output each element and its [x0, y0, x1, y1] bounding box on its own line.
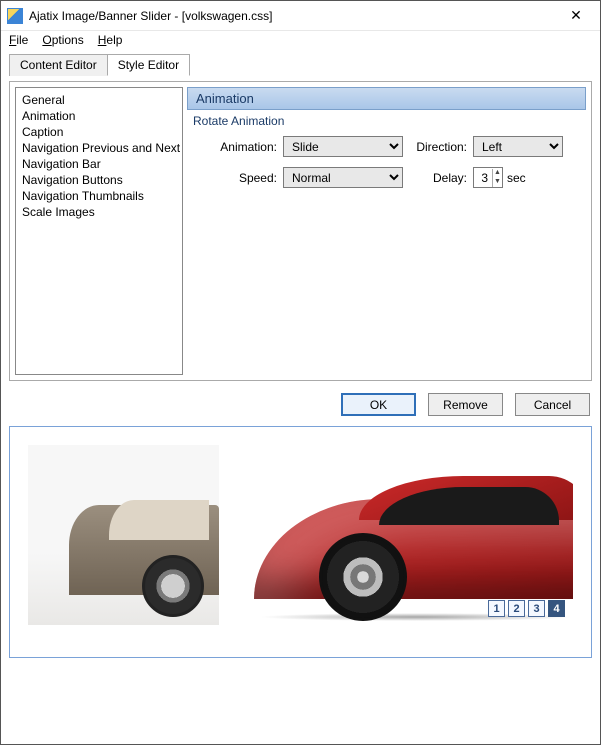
sidebar-item-nav-prev-next[interactable]: Navigation Previous and Next	[22, 140, 176, 156]
sidebar-item-nav-thumbs[interactable]: Navigation Thumbnails	[22, 188, 176, 204]
delay-wrap: ▲▼ sec	[473, 167, 563, 188]
close-button[interactable]: ✕	[556, 2, 596, 30]
slide-image-left	[28, 445, 219, 625]
settings-pane: Animation Rotate Animation Animation: Sl…	[187, 87, 586, 375]
delay-label: Delay:	[403, 171, 473, 185]
title-bar: Ajatix Image/Banner Slider - [volkswagen…	[1, 1, 600, 31]
ok-button[interactable]: OK	[341, 393, 416, 416]
sidebar-item-animation[interactable]: Animation	[22, 108, 176, 124]
sidebar-item-caption[interactable]: Caption	[22, 124, 176, 140]
menu-bar: FFileile OptionsOptions HelpHelp	[1, 31, 600, 51]
direction-select[interactable]: Left	[473, 136, 563, 157]
cancel-button[interactable]: Cancel	[515, 393, 590, 416]
animation-select[interactable]: Slide	[283, 136, 403, 157]
tab-style-editor[interactable]: Style Editor	[107, 54, 190, 76]
close-icon: ✕	[570, 7, 582, 24]
animation-label: Animation:	[193, 140, 283, 154]
pager-4[interactable]: 4	[548, 600, 565, 617]
category-list: General Animation Caption Navigation Pre…	[15, 87, 183, 375]
pager: 1 2 3 4	[488, 600, 565, 617]
tab-content-editor[interactable]: Content Editor	[9, 54, 108, 76]
preview-panel: 1 2 3 4	[9, 426, 592, 658]
slide-image-right	[219, 445, 573, 625]
pager-3[interactable]: 3	[528, 600, 545, 617]
sidebar-item-general[interactable]: General	[22, 92, 176, 108]
section-header: Animation	[187, 87, 586, 110]
window-title: Ajatix Image/Banner Slider - [volkswagen…	[29, 9, 556, 23]
speed-label: Speed:	[193, 171, 283, 185]
delay-unit: sec	[507, 171, 526, 185]
spinner-arrows[interactable]: ▲▼	[492, 169, 502, 187]
sidebar-item-nav-bar[interactable]: Navigation Bar	[22, 156, 176, 172]
dialog-buttons: OK Remove Cancel	[9, 387, 592, 420]
sidebar-item-nav-buttons[interactable]: Navigation Buttons	[22, 172, 176, 188]
direction-label: Direction:	[403, 140, 473, 154]
group-label: Rotate Animation	[187, 110, 586, 130]
style-editor-panel: General Animation Caption Navigation Pre…	[9, 81, 592, 381]
menu-file[interactable]: FFileile	[9, 33, 28, 47]
pager-2[interactable]: 2	[508, 600, 525, 617]
menu-options[interactable]: OptionsOptions	[42, 33, 83, 47]
client-area: Content Editor Style Editor General Anim…	[1, 51, 600, 744]
remove-button[interactable]: Remove	[428, 393, 503, 416]
chevron-up-icon[interactable]: ▲	[493, 169, 502, 178]
app-icon	[7, 8, 23, 24]
chevron-down-icon[interactable]: ▼	[493, 178, 502, 187]
tab-strip: Content Editor Style Editor	[9, 53, 592, 75]
form-area: Animation: Slide Direction: Left Speed: …	[187, 130, 586, 194]
delay-input[interactable]	[474, 169, 492, 187]
pager-1[interactable]: 1	[488, 600, 505, 617]
delay-spinner[interactable]: ▲▼	[473, 167, 503, 188]
sidebar-item-scale-images[interactable]: Scale Images	[22, 204, 176, 220]
slide-stage	[28, 445, 573, 625]
speed-select[interactable]: Normal	[283, 167, 403, 188]
menu-help[interactable]: HelpHelp	[98, 33, 123, 47]
